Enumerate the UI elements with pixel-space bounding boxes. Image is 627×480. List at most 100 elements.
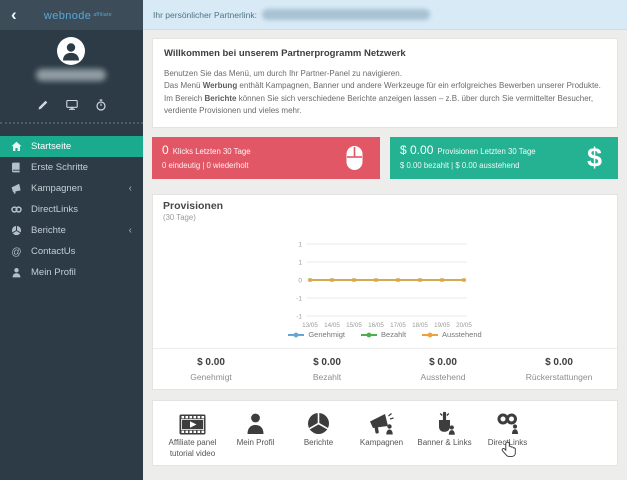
pie-chart-icon <box>307 409 330 435</box>
pencil-icon[interactable] <box>37 99 49 111</box>
clicks-stat-card: 0 Klicks Letzten 30 Tage 0 eindeutig | 0… <box>152 137 380 179</box>
svg-text:13/05: 13/05 <box>302 322 318 329</box>
stopwatch-icon[interactable] <box>95 99 107 111</box>
pie-chart-icon <box>11 225 22 236</box>
summary-value: $ 0.00 <box>313 356 341 368</box>
sidebar-item-directlinks[interactable]: DirectLinks <box>0 199 143 220</box>
svg-text:@: @ <box>11 247 21 257</box>
at-sign-icon: @ <box>11 247 21 257</box>
commissions-chart-card: Provisionen (30 Tage) 1 1 0 -1 -1 13/05 14/05 1… <box>152 194 618 390</box>
film-video-icon <box>179 409 206 435</box>
welcome-title: Willkommen bei unserem Partnerprogramm N… <box>164 48 406 59</box>
clicks-sub: 0 eindeutig | 0 wiederholt <box>162 161 249 170</box>
avatar[interactable] <box>57 37 85 65</box>
menu-label: DirectLinks <box>31 204 78 215</box>
welcome-line-3: Im Bereich Berichte können Sie sich vers… <box>164 93 594 116</box>
profile-tools <box>0 99 143 111</box>
summary-genehmigt: $ 0.00 Genehmigt <box>153 349 269 389</box>
megaphone-icon <box>11 183 21 194</box>
shortcut-berichte[interactable]: Berichte <box>287 409 350 449</box>
sidebar-item-berichte[interactable]: Berichte ‹ <box>0 220 143 241</box>
shortcut-label: Kampagnen <box>359 438 404 447</box>
menu-label: ContactUs <box>31 246 76 257</box>
shortcuts-card: Affiliate panel tutorial video Mein Prof… <box>152 400 618 466</box>
sidebar-item-startseite[interactable]: Startseite <box>0 136 143 157</box>
back-chevron-icon[interactable]: ‹ <box>0 6 27 25</box>
shortcut-label: DirectLinks <box>487 438 528 447</box>
chart-legend: Genehmigt Bezahlt Ausstehend <box>153 330 617 339</box>
shortcut-label: Affiliate panel tutorial video <box>168 438 217 458</box>
welcome-line-1: Benutzen Sie das Menü, um durch Ihr Part… <box>164 69 402 78</box>
welcome-line-2: Das Menü Werbung enthält Kampagnen, Bann… <box>164 81 601 91</box>
partner-link-label: Ihr persönlicher Partnerlink: <box>153 9 257 20</box>
sidebar-item-contactus[interactable]: @ ContactUs <box>0 241 143 262</box>
user-icon <box>246 409 265 435</box>
summary-label: Bezahlt <box>312 371 342 382</box>
shortcut-banner-links[interactable]: Banner & Links <box>413 409 476 449</box>
menu-label: Kampagnen <box>31 183 83 194</box>
svg-text:14/05: 14/05 <box>324 322 340 329</box>
legend-marker-icon <box>422 332 439 337</box>
shortcut-directlinks[interactable]: DirectLinks <box>476 409 539 449</box>
sidebar-item-erste-schritte[interactable]: Erste Schritte <box>0 157 143 178</box>
sidebar-header: ‹ webnode affiliate <box>0 0 143 30</box>
shortcut-mein-profil[interactable]: Mein Profil <box>224 409 287 449</box>
summary-rueckerstattungen: $ 0.00 Rückerstattungen <box>501 349 617 389</box>
topbar: Ihr persönlicher Partnerlink: <box>143 0 627 30</box>
summary-value: $ 0.00 <box>197 356 225 368</box>
legend-marker-icon <box>288 332 305 337</box>
svg-text:19/05: 19/05 <box>434 322 450 329</box>
menu-label: Berichte <box>31 225 66 236</box>
book-icon <box>12 162 20 173</box>
home-icon <box>11 141 22 151</box>
summary-label: Ausstehend <box>420 371 466 382</box>
chart-title: Provisionen <box>163 200 224 212</box>
sidebar-divider <box>0 122 143 124</box>
svg-text:17/05: 17/05 <box>390 322 406 329</box>
submenu-chevron-icon: ‹ <box>128 183 132 194</box>
partner-link-redacted <box>261 9 430 20</box>
summary-label: Rückerstattungen <box>525 371 593 382</box>
svg-text:15/05: 15/05 <box>346 322 362 329</box>
welcome-card: Willkommen bei unserem Partnerprogramm N… <box>152 38 618 128</box>
logo-text: webnode <box>43 10 92 22</box>
clicks-value: 0 <box>162 143 169 157</box>
menu-label: Startseite <box>31 141 72 152</box>
user-avatar-icon <box>63 43 79 61</box>
legend-item: Genehmigt <box>288 330 345 339</box>
sidebar: ‹ webnode affiliate Startseite Erste Sch… <box>0 0 143 480</box>
click-hand-icon <box>434 409 456 435</box>
svg-text:1: 1 <box>298 259 302 266</box>
dollar-icon: $ <box>586 142 602 173</box>
legend-item: Bezahlt <box>361 330 406 339</box>
logo-suffix: affiliate <box>93 11 112 18</box>
clicks-label: Klicks Letzten 30 Tage <box>172 147 251 156</box>
commissions-line-chart: 110-1-113/05 14/05 15/05 16/05 17/05 18/05 19/… <box>296 241 472 329</box>
svg-text:16/05: 16/05 <box>368 322 384 329</box>
summary-bezahlt: $ 0.00 Bezahlt <box>269 349 385 389</box>
monitor-icon[interactable] <box>65 99 78 111</box>
user-icon <box>12 268 21 278</box>
chain-link-icon <box>11 206 22 213</box>
shortcut-label: Berichte <box>303 438 334 447</box>
webnode-logo[interactable]: webnode affiliate <box>27 6 143 24</box>
commissions-value: $ 0.00 <box>400 143 434 157</box>
shortcut-label: Mein Profil <box>236 438 275 447</box>
svg-text:1: 1 <box>298 241 302 248</box>
svg-text:-1: -1 <box>296 313 302 320</box>
summary-value: $ 0.00 <box>429 356 457 368</box>
legend-marker-icon <box>361 332 378 337</box>
summary-ausstehend: $ 0.00 Ausstehend <box>385 349 501 389</box>
welcome-body: Benutzen Sie das Menü, um durch Ihr Part… <box>164 68 606 118</box>
svg-text:0: 0 <box>298 277 302 284</box>
menu-label: Erste Schritte <box>31 162 89 173</box>
shortcut-tutorial-video[interactable]: Affiliate panel tutorial video <box>161 409 224 460</box>
chart-subtitle: (30 Tage) <box>163 213 196 222</box>
summary-value: $ 0.00 <box>545 356 573 368</box>
affiliate-dashboard: ‹ webnode affiliate Startseite Erste Sch… <box>0 0 627 480</box>
shortcut-kampagnen[interactable]: Kampagnen <box>350 409 413 449</box>
svg-text:20/05: 20/05 <box>456 322 472 329</box>
mouse-icon <box>345 145 364 171</box>
sidebar-item-mein-profil[interactable]: Mein Profil <box>0 262 143 283</box>
sidebar-item-kampagnen[interactable]: Kampagnen ‹ <box>0 178 143 199</box>
